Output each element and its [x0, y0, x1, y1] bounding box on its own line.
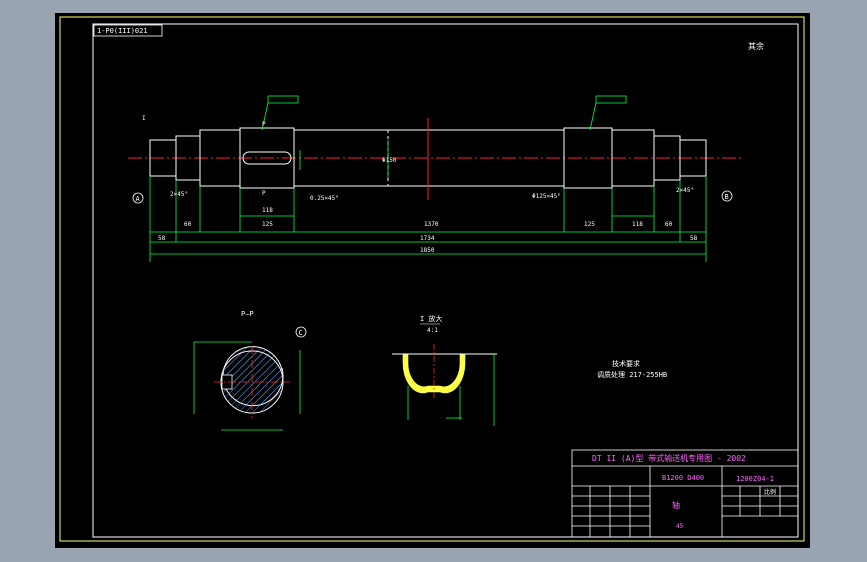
- dim-118-right: 118: [632, 221, 643, 228]
- tolerance-right: Φ125×45°: [532, 193, 561, 200]
- dim-118-left: 118: [262, 207, 273, 214]
- roughness-note: 其余: [748, 41, 764, 51]
- drawing-sheet: [55, 13, 810, 548]
- title-block-drawing-no: 1200Z04-1: [736, 475, 774, 483]
- dim-1850: 1850: [420, 247, 435, 254]
- tolerance-left: 0.25×45°: [310, 195, 339, 202]
- datum-B: B: [725, 193, 729, 201]
- datum-C: C: [299, 329, 303, 337]
- drawing-number-text: 1-P0(III)021: [97, 27, 148, 35]
- section-tag-bottom: P: [262, 190, 266, 197]
- dim-58-left: 58: [158, 235, 166, 242]
- dim-60-left: 60: [184, 221, 192, 228]
- dim-125-left: 125: [262, 221, 273, 228]
- section-label: P—P: [241, 310, 254, 318]
- chamfer-left: 2×45°: [170, 191, 188, 198]
- zoom-label: I 放大: [420, 314, 442, 323]
- tech-title: 技术要求: [612, 359, 640, 368]
- cad-drawing: 1-P0(III)021 其余 58 60 125 118 1370 125 1…: [55, 13, 810, 548]
- tech-line-1: 调质处理 217-255HB: [597, 370, 667, 379]
- title-block-part-name: 轴: [672, 500, 680, 510]
- chamfer-right: 2×45°: [676, 187, 694, 194]
- dim-60-right: 60: [665, 221, 673, 228]
- title-block-title: DT II (A)型 带式输送机专用图 - 2002: [592, 453, 746, 463]
- dim-125-right: 125: [584, 221, 595, 228]
- tag-I: I: [142, 115, 146, 122]
- title-block-material: 45: [676, 523, 684, 530]
- zoom-scale: 4:1: [427, 327, 438, 334]
- dim-58-right: 58: [690, 235, 698, 242]
- cad-viewport: 1-P0(III)021 其余 58 60 125 118 1370 125 1…: [0, 0, 867, 562]
- section-tag-top: P: [262, 121, 266, 128]
- dim-center-diameter: Φ150: [382, 157, 397, 164]
- dim-1734: 1734: [420, 235, 435, 242]
- title-block-scale-label: 比例: [764, 488, 776, 496]
- dim-1370: 1370: [424, 221, 439, 228]
- title-block-code: B1200 D400: [662, 474, 704, 482]
